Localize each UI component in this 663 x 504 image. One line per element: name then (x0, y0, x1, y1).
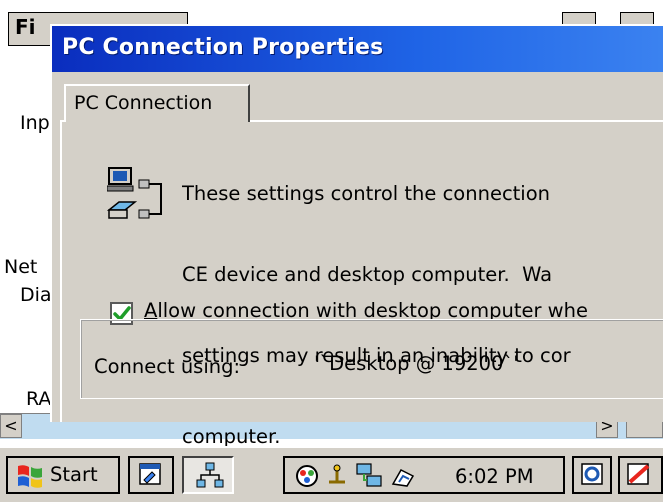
taskbar: Start 6:02 PM (0, 446, 663, 502)
tab-label: PC Connection (74, 92, 213, 114)
bg-label: Net (4, 256, 38, 278)
taskbar-network-button[interactable] (182, 456, 234, 494)
windows-flag-icon (18, 465, 42, 488)
desktop-icon (581, 463, 603, 485)
desktop-button[interactable] (572, 456, 612, 494)
bg-label: Dia (20, 284, 52, 306)
dialog-titlebar[interactable]: PC Connection Properties (52, 26, 663, 72)
connect-using-label: Connect using: (94, 355, 241, 378)
pen-icon (627, 463, 650, 485)
description-line: CE device and desktop computer. Wa (182, 263, 553, 286)
pc-connection-dialog: PC Connection Properties PC Connection T… (50, 24, 663, 448)
start-button[interactable]: Start (6, 456, 120, 494)
network-icon (196, 462, 224, 488)
bg-label: Inp (20, 112, 50, 134)
dialog-title: PC Connection Properties (62, 35, 384, 60)
bg-label: RA (26, 388, 52, 410)
mixer-icon[interactable] (295, 464, 319, 488)
scroll-left-icon[interactable]: < (0, 414, 22, 438)
usb-icon[interactable] (325, 464, 349, 488)
tab-pc-connection[interactable]: PC Connection (64, 84, 250, 122)
connect-using-value: '`Desktop @ 19200`' (314, 352, 519, 375)
system-tray: 6:02 PM (283, 456, 565, 494)
program-icon (139, 463, 161, 485)
pc-connection-icon (107, 167, 162, 219)
input-panel-button[interactable] (618, 456, 663, 494)
clock: 6:02 PM (455, 465, 534, 488)
description-line: These settings control the connection (182, 182, 551, 205)
taskbar-app-button[interactable] (128, 456, 174, 494)
pc-connection-tray-icon[interactable] (355, 462, 385, 490)
file-menu-label: Fi (15, 15, 36, 39)
network-tray-icon[interactable] (389, 462, 417, 490)
start-label: Start (50, 463, 98, 486)
